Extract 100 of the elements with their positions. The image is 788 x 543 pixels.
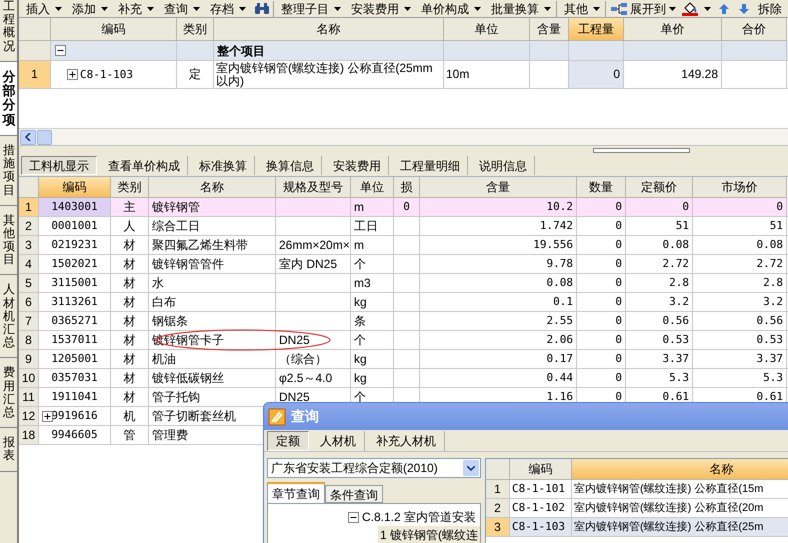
row-number[interactable]: 9 [19,350,39,368]
caret-icon [593,6,600,10]
toolbar-menu[interactable]: 安装费用 [346,0,416,17]
row-number[interactable]: 12 [19,407,39,425]
table-cell-text: 管子托钩 [152,389,200,406]
detail-tab[interactable]: 安装费用 [326,156,389,175]
column-header[interactable]: 工程量 [569,18,624,41]
vertical-tab[interactable]: 分部分项 [0,62,17,136]
row-number[interactable]: 3 [486,518,510,536]
row-number[interactable]: 1 [19,198,39,216]
column-header[interactable]: 含量 [530,18,569,41]
toolbar-button[interactable]: 拆除 [754,0,786,17]
toolbar-menu[interactable]: 查询 [159,0,205,17]
table-cell-text: C8-1-102 [512,500,565,516]
caret-icon [704,6,711,10]
column-header[interactable]: 单位 [444,18,530,41]
toolbar-menu[interactable]: 单价构成 [416,0,486,17]
splitter-handle[interactable] [593,148,690,153]
row-number[interactable]: 1 [486,480,510,498]
toolbar-menu[interactable]: 批量换算 [486,0,556,17]
vertical-tab[interactable]: 报表 [0,428,17,472]
column-header[interactable]: 类别 [177,18,214,41]
row-number[interactable]: 18 [19,426,39,444]
table-cell: 10m [446,68,470,81]
detail-tab[interactable]: 说明信息 [472,156,535,175]
column-header[interactable]: 市场价 [693,177,787,198]
column-header[interactable]: 数量 [577,177,626,198]
row-number[interactable]: 11 [19,388,39,406]
detail-tab[interactable]: 工程量明细 [393,156,468,175]
tree-node[interactable]: C.8.1.2 室内管道安装 [362,508,476,526]
dropdown-button[interactable] [463,460,479,476]
toolbar-menu[interactable]: 存档 [205,0,251,17]
detail-tab[interactable]: 工料机显示 [21,156,97,175]
toolbar-menu[interactable]: 其他 [559,0,605,17]
table-cell-text: 0 [615,236,622,253]
column-header[interactable]: 规格及型号 [276,177,351,198]
detail-tab[interactable]: 查看单价构成 [101,156,188,175]
binoculars-icon[interactable] [254,2,270,15]
dialog-tab[interactable]: 人材机 [312,431,365,451]
table-cell-text: 白布 [152,294,176,311]
row-number[interactable]: 8 [19,331,39,349]
vertical-tab[interactable]: 人材机汇总 [0,275,17,358]
expand-icon[interactable] [42,411,53,422]
column-header[interactable]: 损 [394,177,420,198]
search-tab[interactable]: 条件查询 [325,485,383,503]
toolbar-menu[interactable]: 整理子目 [276,0,346,17]
scroll-left-button[interactable] [20,130,36,144]
arrow-down-icon[interactable] [738,2,750,14]
row-number[interactable]: 7 [19,312,39,330]
column-header[interactable]: 编码 [51,18,177,41]
row-number[interactable]: 2 [19,217,39,235]
tree-node[interactable]: 1 镀锌钢管(螺纹连 [378,526,480,543]
column-header[interactable]: 名称 [149,177,276,198]
table-cell-text: 0.08 [756,236,783,253]
row-number[interactable]: 5 [19,274,39,292]
table-cell-text: 材 [124,237,136,254]
table-cell-text: 0365271 [51,312,98,329]
column-header[interactable]: 类别 [111,177,149,198]
column-header[interactable]: 含量 [420,177,577,198]
table-cell-text: 条 [354,313,366,330]
detail-tab[interactable]: 换算信息 [259,156,322,175]
expand-to-menu[interactable]: 展开到 [608,0,679,17]
row-number[interactable]: 3 [19,236,39,254]
dialog-tab[interactable]: 定额 [267,431,309,451]
collapse-icon[interactable] [55,45,66,56]
column-header[interactable]: 合价 [722,18,787,41]
row-number[interactable]: 4 [19,255,39,273]
row-number[interactable]: 6 [19,293,39,311]
table-cell-text: 1911041 [51,388,98,405]
collapse-icon[interactable] [348,512,359,522]
column-header[interactable]: 名称 [572,459,788,480]
column-header[interactable]: 单位 [351,177,394,198]
toolbar-menu[interactable]: 插入 [21,0,67,17]
table-cell-text: kg [354,294,367,311]
column-header[interactable]: 名称 [214,18,444,41]
detail-tab[interactable]: 标准换算 [192,156,255,175]
fill-color-button[interactable] [679,0,714,17]
toolbar-menu[interactable]: 添加 [67,0,113,17]
row-number[interactable]: 10 [19,369,39,387]
column-header[interactable]: 单价 [624,18,722,41]
row-number[interactable]: 2 [486,499,510,517]
app-icon [268,408,286,426]
vertical-tab[interactable]: 费用汇总 [0,358,17,428]
toolbar-menu[interactable]: 补充 [113,0,159,17]
table-cell-text: 聚四氟乙烯生料带 [152,237,248,254]
search-tab[interactable]: 章节查询 [267,482,325,503]
column-header[interactable]: 定额价 [626,177,693,198]
column-header[interactable]: 编码 [510,459,572,480]
column-header[interactable]: 编码 [39,177,111,198]
table-cell-text: 0 [776,198,783,215]
table-cell-text: 0 [615,312,622,329]
arrow-up-icon[interactable] [718,2,730,14]
vertical-tab[interactable]: 其他项目 [0,206,17,276]
scrollbar-thumb[interactable] [37,130,52,144]
expand-icon[interactable] [67,69,78,80]
vertical-tab[interactable]: 措施项目 [0,136,17,206]
dialog-tab[interactable]: 补充人材机 [368,431,445,451]
row-number[interactable]: 1 [19,61,51,88]
table-cell-text: 0.61 [756,388,783,405]
library-select[interactable]: 广东省安装工程综合定额(2010) [267,458,481,478]
